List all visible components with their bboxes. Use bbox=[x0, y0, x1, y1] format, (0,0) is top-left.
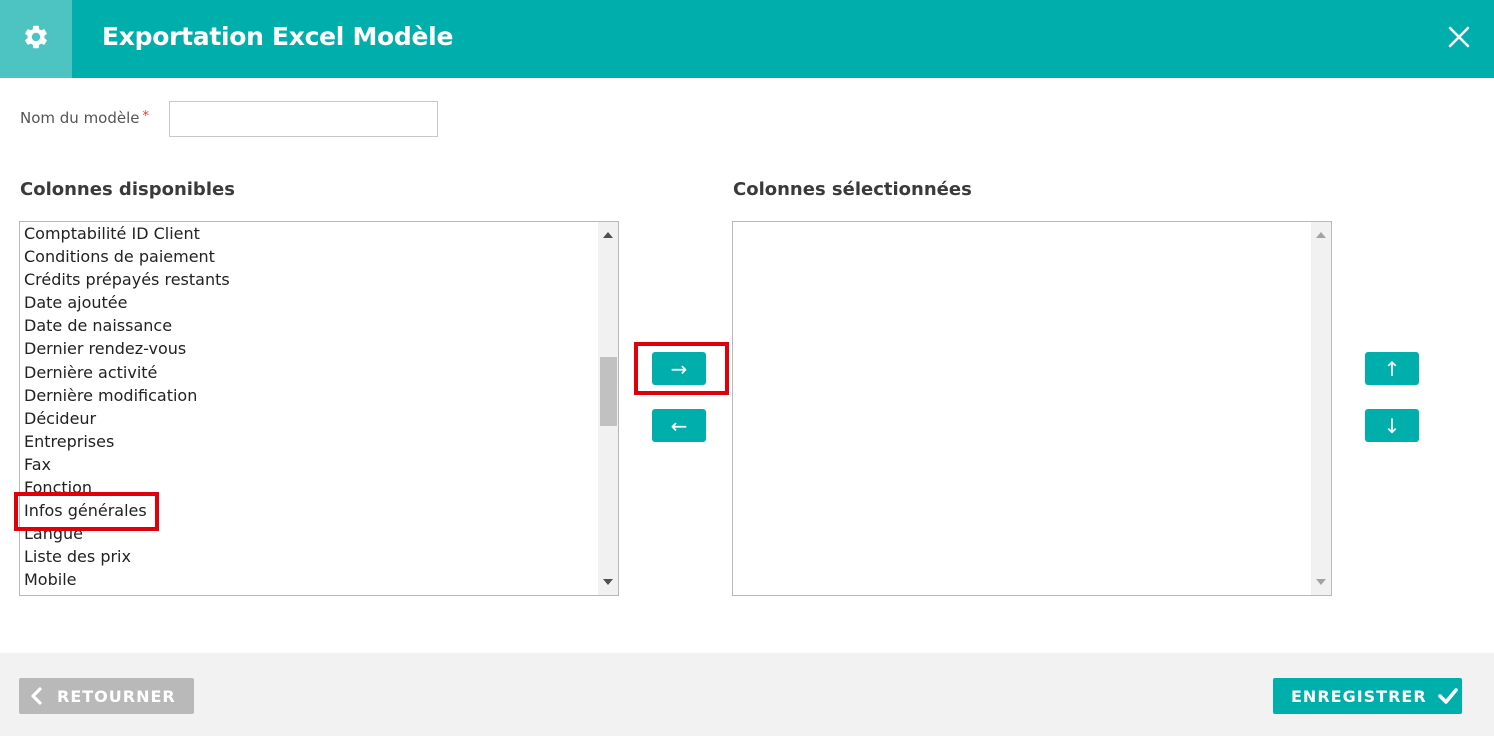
list-item[interactable]: Fax bbox=[20, 453, 598, 476]
settings-button[interactable] bbox=[0, 0, 72, 78]
dialog-header: Exportation Excel Modèle bbox=[0, 0, 1494, 78]
dialog-title: Exportation Excel Modèle bbox=[102, 22, 454, 51]
list-item[interactable]: Dernière activité bbox=[20, 361, 598, 384]
available-scrollbar[interactable] bbox=[598, 222, 618, 595]
scroll-up-arrow-icon[interactable] bbox=[603, 232, 613, 238]
list-item[interactable]: Décideur bbox=[20, 407, 598, 430]
available-columns-title: Colonnes disponibles bbox=[20, 179, 235, 200]
dialog-footer bbox=[0, 653, 1494, 736]
close-icon bbox=[1444, 26, 1474, 56]
required-marker: * bbox=[142, 109, 150, 124]
list-item[interactable]: Langue bbox=[20, 522, 598, 545]
list-item[interactable]: Infos générales bbox=[20, 499, 598, 522]
list-item[interactable]: Liste des prix bbox=[20, 545, 598, 568]
move-up-button[interactable]: ↑ bbox=[1365, 352, 1419, 385]
list-item[interactable]: Mobile bbox=[20, 568, 598, 591]
close-button[interactable] bbox=[1444, 22, 1474, 52]
selected-scrollbar[interactable] bbox=[1311, 222, 1331, 595]
list-item[interactable]: Dernier rendez-vous bbox=[20, 337, 598, 360]
scroll-down-arrow-icon[interactable] bbox=[603, 579, 613, 585]
available-columns-list[interactable]: Comptabilité ID Client Conditions de pai… bbox=[19, 221, 619, 596]
list-item[interactable]: Dernière modification bbox=[20, 384, 598, 407]
chevron-left-icon bbox=[29, 687, 43, 705]
list-item[interactable]: Entreprises bbox=[20, 430, 598, 453]
model-name-label: Nom du modèle * bbox=[20, 109, 149, 127]
add-column-button[interactable]: → bbox=[652, 352, 706, 385]
back-button[interactable]: RETOURNER bbox=[19, 678, 194, 714]
gear-icon bbox=[22, 23, 50, 56]
model-name-label-text: Nom du modèle bbox=[20, 109, 140, 127]
scroll-down-arrow-icon[interactable] bbox=[1316, 579, 1326, 585]
list-item[interactable]: Comptabilité ID Client bbox=[20, 222, 598, 245]
list-item[interactable]: Date ajoutée bbox=[20, 291, 598, 314]
selected-columns-title: Colonnes sélectionnées bbox=[733, 179, 972, 200]
list-item[interactable]: Crédits prépayés restants bbox=[20, 268, 598, 291]
move-down-button[interactable]: ↓ bbox=[1365, 409, 1419, 442]
list-item[interactable]: Date de naissance bbox=[20, 314, 598, 337]
back-button-label: RETOURNER bbox=[57, 686, 176, 706]
list-item[interactable]: Conditions de paiement bbox=[20, 245, 598, 268]
scrollbar-thumb[interactable] bbox=[600, 357, 617, 426]
scroll-up-arrow-icon[interactable] bbox=[1316, 232, 1326, 238]
list-item[interactable]: Fonction bbox=[20, 476, 598, 499]
remove-column-button[interactable]: ← bbox=[652, 409, 706, 442]
save-button[interactable]: ENREGISTRER bbox=[1273, 678, 1462, 714]
model-name-input[interactable] bbox=[169, 101, 438, 137]
check-icon bbox=[1437, 686, 1459, 706]
save-button-label: ENREGISTRER bbox=[1291, 686, 1427, 706]
selected-columns-list[interactable] bbox=[732, 221, 1332, 596]
